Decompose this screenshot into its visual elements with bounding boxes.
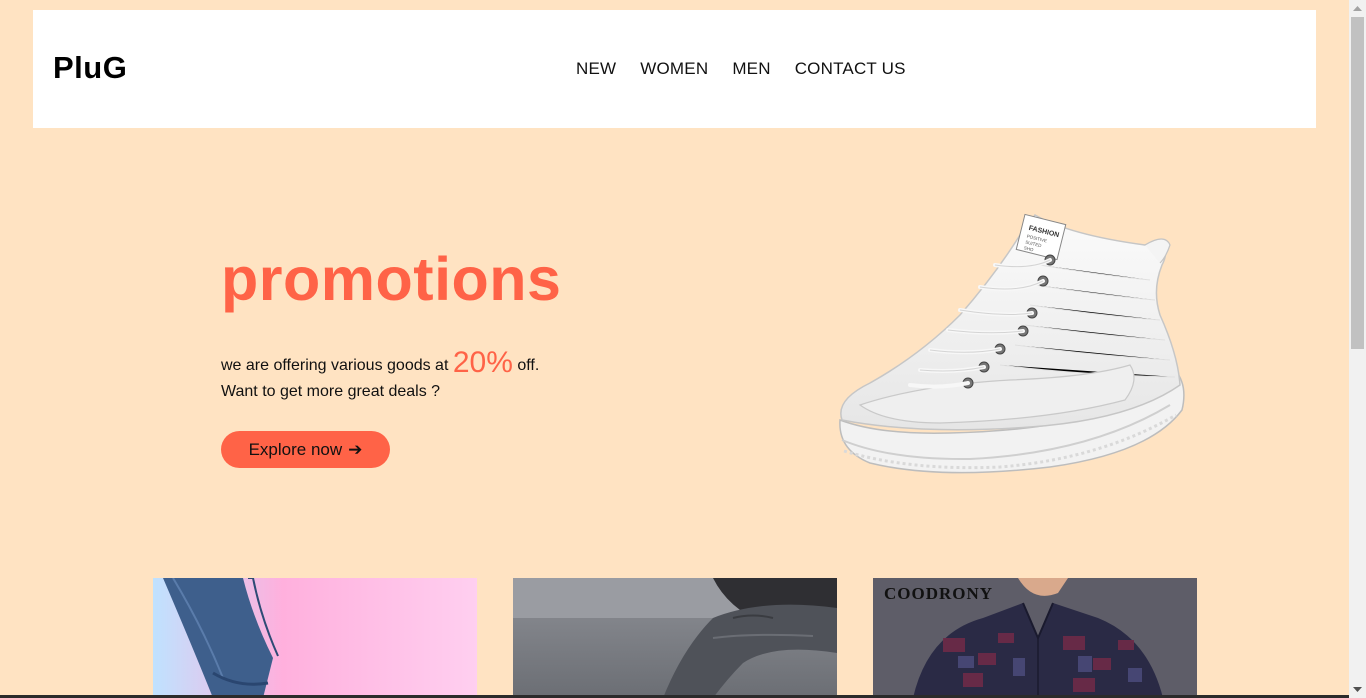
product-card-men-jeans[interactable]: [513, 578, 837, 698]
product-card-women-jeans[interactable]: [153, 578, 477, 698]
nav-link-new[interactable]: NEW: [576, 59, 616, 79]
site-header: PluG NEW WOMEN MEN CONTACT US: [33, 10, 1316, 128]
scroll-up-icon[interactable]: [1349, 0, 1366, 17]
explore-now-button[interactable]: Explore now ➔: [221, 431, 390, 468]
vertical-scrollbar[interactable]: [1349, 0, 1366, 698]
promo-deals-text: Want to get more great deals ?: [221, 383, 441, 400]
nav-link-women[interactable]: WOMEN: [640, 59, 708, 79]
promo-title: promotions: [221, 245, 562, 313]
site-logo[interactable]: PluG: [53, 50, 127, 86]
main-nav: NEW WOMEN MEN CONTACT US: [576, 59, 930, 79]
scroll-down-icon[interactable]: [1349, 681, 1366, 698]
product-image-men-jeans: [513, 578, 837, 698]
promo-offer-suffix: off.: [512, 357, 540, 374]
promo-discount: 20%: [452, 346, 513, 379]
page: PluG NEW WOMEN MEN CONTACT US promotions…: [0, 0, 1349, 698]
product-brand-coodrony: COODRONY: [884, 584, 994, 603]
sneaker-image: FASHION POSITIVE SUITED SHO: [839, 213, 1185, 474]
nav-link-contact-us[interactable]: CONTACT US: [795, 59, 906, 79]
product-card-men-shirt[interactable]: COODRONY: [873, 578, 1197, 698]
arrow-right-icon: ➔: [348, 439, 363, 459]
scrollbar-thumb[interactable]: [1351, 17, 1364, 349]
product-image-women-jeans: [163, 578, 279, 698]
promo-offer-text: we are offering various goods at 20% off…: [221, 346, 539, 380]
nav-link-men[interactable]: MEN: [732, 59, 770, 79]
explore-now-label: Explore now: [248, 439, 343, 459]
promo-offer-prefix: we are offering various goods at: [221, 357, 453, 374]
